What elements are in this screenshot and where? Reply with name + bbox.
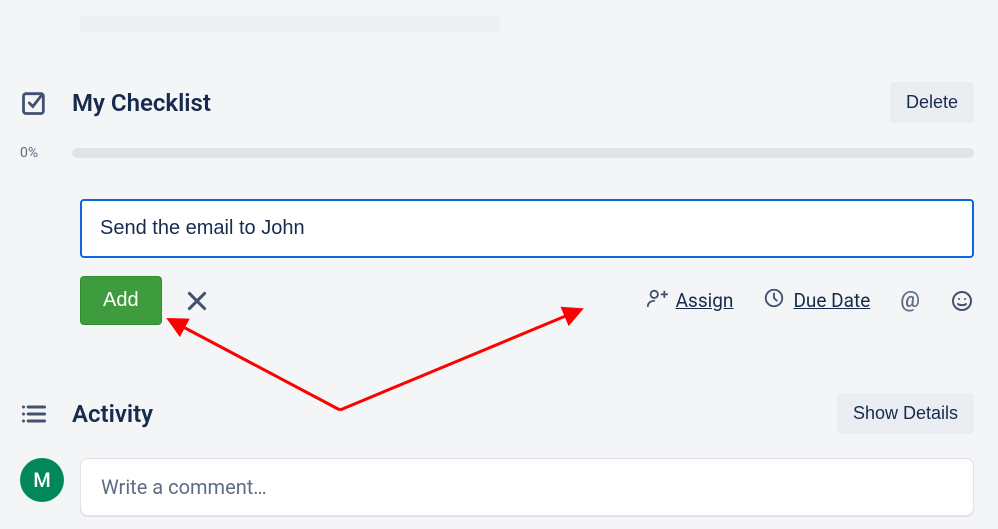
clock-icon — [763, 287, 785, 314]
emoji-button[interactable] — [950, 289, 974, 313]
due-date-label: Due Date — [793, 289, 870, 312]
delete-checklist-button[interactable]: Delete — [890, 82, 974, 123]
show-details-button[interactable]: Show Details — [837, 393, 974, 434]
activity-icon — [20, 400, 72, 428]
annotation-arrows — [0, 0, 998, 529]
progress-percent: 0% — [20, 145, 72, 161]
mention-button[interactable]: @ — [900, 288, 920, 313]
progress-bar — [72, 148, 974, 158]
comment-input[interactable]: Write a comment… — [80, 458, 974, 516]
assign-label: Assign — [676, 289, 734, 312]
checklist-title: My Checklist — [72, 89, 890, 117]
assign-icon — [646, 287, 668, 314]
checklist-item-input[interactable] — [80, 199, 974, 258]
due-date-link[interactable]: Due Date — [763, 287, 870, 314]
add-item-button[interactable]: Add — [80, 276, 162, 325]
checklist-icon — [20, 89, 72, 117]
user-avatar: M — [20, 458, 64, 502]
assign-link[interactable]: Assign — [646, 287, 734, 314]
cancel-item-icon[interactable] — [184, 288, 210, 314]
description-placeholder — [80, 16, 500, 32]
activity-title: Activity — [72, 400, 837, 428]
